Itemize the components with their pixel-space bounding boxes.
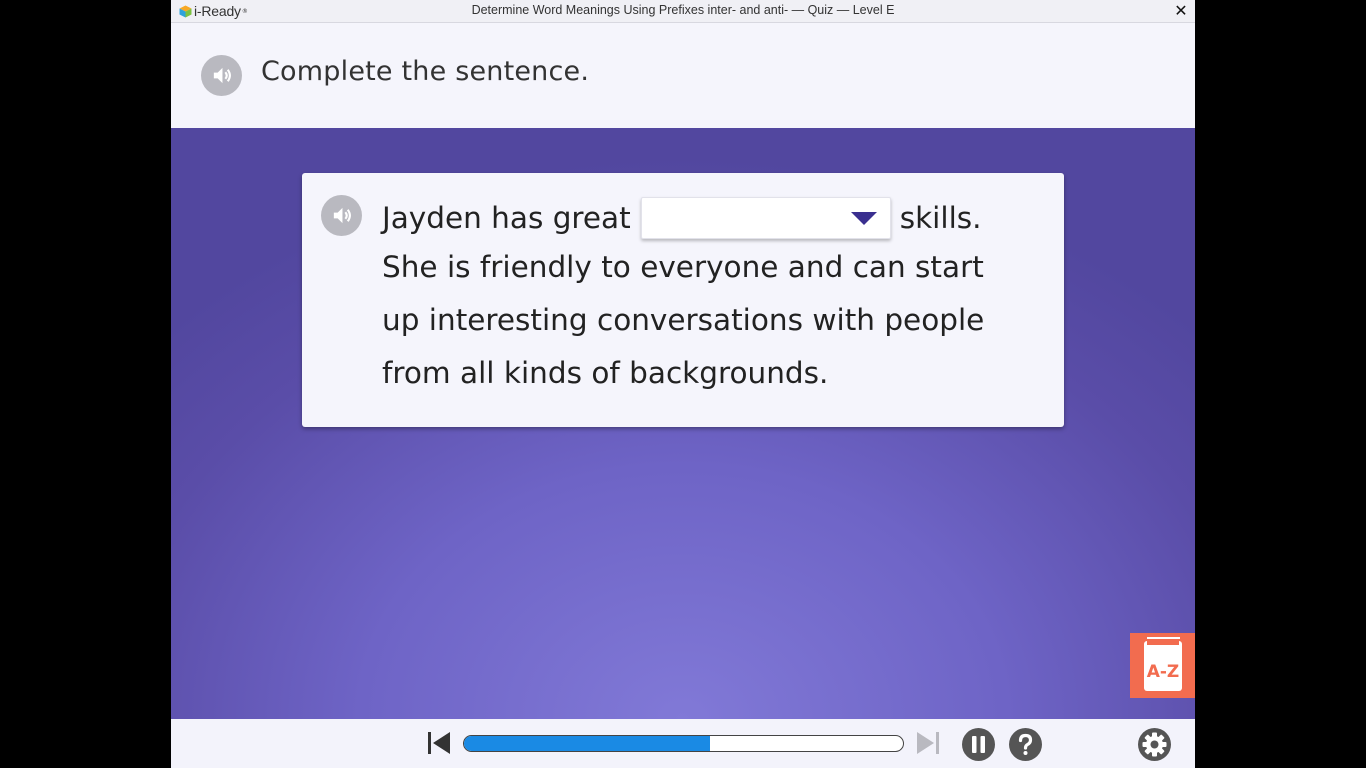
sentence-after-blank: skills. xyxy=(899,200,982,235)
quiz-app: i-Ready ® Determine Word Meanings Using … xyxy=(171,0,1195,768)
help-icon xyxy=(1009,728,1042,761)
question-stage: Jayden has great skills. She is friendly… xyxy=(171,128,1195,719)
book-icon: A-Z xyxy=(1144,637,1182,691)
skip-forward-icon xyxy=(917,732,939,754)
question-sentence: Jayden has great skills. She is friendly… xyxy=(382,195,1042,400)
instruction-speaker-button[interactable] xyxy=(201,55,242,96)
sentence-before-blank: Jayden has great xyxy=(382,200,631,235)
sentence-line-1: Jayden has great skills. xyxy=(382,195,1042,241)
question-speaker-button[interactable] xyxy=(321,195,362,236)
settings-button[interactable] xyxy=(1138,728,1171,765)
skip-back-icon xyxy=(428,732,450,754)
instruction-header: Complete the sentence. xyxy=(171,23,1195,128)
sentence-line-2: She is friendly to everyone and can star… xyxy=(382,250,984,284)
title-bar: i-Ready ® Determine Word Meanings Using … xyxy=(171,0,1195,23)
window-title: Determine Word Meanings Using Prefixes i… xyxy=(471,3,895,17)
pause-button[interactable] xyxy=(962,728,995,765)
question-card: Jayden has great skills. She is friendly… xyxy=(302,173,1064,427)
answer-dropdown[interactable] xyxy=(640,197,891,239)
close-button[interactable]: ✕ xyxy=(1173,2,1189,20)
progress-bar xyxy=(463,735,904,752)
bottom-controls xyxy=(171,720,1195,768)
glossary-label: A-Z xyxy=(1147,662,1180,682)
instruction-text: Complete the sentence. xyxy=(261,56,590,87)
sentence-line-3: up interesting conversations with people xyxy=(382,303,985,337)
back-button[interactable] xyxy=(426,730,452,760)
forward-button[interactable] xyxy=(915,730,941,760)
chevron-down-icon xyxy=(850,212,877,225)
speaker-icon xyxy=(213,67,231,84)
speaker-icon xyxy=(333,207,351,224)
pause-icon xyxy=(962,728,995,761)
gear-icon xyxy=(1138,728,1171,761)
sentence-line-4: from all kinds of backgrounds. xyxy=(382,356,829,390)
help-button[interactable] xyxy=(1009,728,1042,765)
progress-fill xyxy=(464,736,710,751)
glossary-button[interactable]: A-Z xyxy=(1130,633,1195,698)
